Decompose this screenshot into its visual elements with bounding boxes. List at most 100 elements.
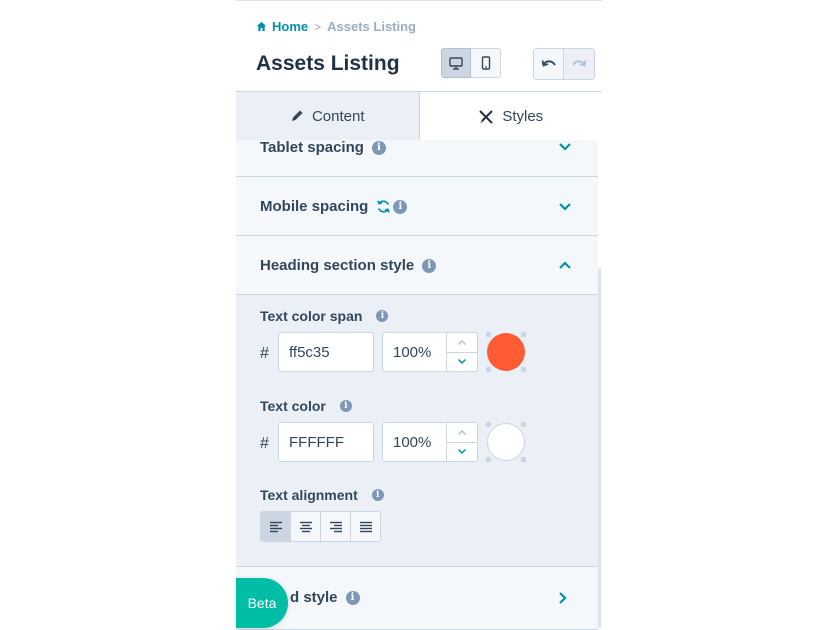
mobile-spacing-section[interactable]: Mobile spacing i bbox=[236, 177, 598, 236]
chevron-down-icon bbox=[457, 449, 467, 455]
breadcrumb-home-label: Home bbox=[272, 19, 309, 34]
desktop-icon bbox=[449, 56, 463, 70]
tablet-spacing-header: Tablet spacing i bbox=[260, 140, 386, 156]
tablet-spacing-section[interactable]: Tablet spacing i bbox=[236, 140, 598, 177]
editor-sidebar: Home > Assets Listing Assets Listing Con… bbox=[236, 0, 602, 630]
chevron-up-icon[interactable] bbox=[558, 260, 572, 270]
increment-button[interactable] bbox=[447, 423, 477, 443]
heading-section-style-section[interactable]: Heading section style i bbox=[236, 236, 598, 295]
mobile-spacing-icons: i bbox=[376, 199, 408, 214]
info-icon[interactable]: i bbox=[393, 199, 408, 214]
history-controls bbox=[533, 48, 595, 80]
text-color-opacity-value: 100% bbox=[393, 433, 432, 451]
card-style-label: d style bbox=[290, 589, 338, 606]
hash-symbol: # bbox=[260, 435, 269, 452]
swatch-corner bbox=[486, 332, 491, 337]
align-center-icon bbox=[299, 521, 312, 532]
styles-panel: Tablet spacing i Mobile spacing i Headin… bbox=[236, 140, 598, 630]
opacity-stepper bbox=[446, 333, 477, 371]
text-color-label-row: Text color i bbox=[260, 398, 352, 414]
scrollbar[interactable] bbox=[598, 268, 601, 628]
heading-section-style-header: Heading section style i bbox=[260, 257, 437, 274]
home-icon bbox=[256, 21, 267, 32]
hash-symbol: # bbox=[260, 345, 269, 362]
text-color-span-hex-input[interactable]: ff5c35 bbox=[278, 332, 374, 372]
breadcrumb: Home > Assets Listing bbox=[256, 19, 416, 34]
mobile-spacing-header: Mobile spacing i bbox=[260, 198, 408, 215]
info-icon[interactable]: i bbox=[339, 400, 352, 412]
color-circle bbox=[487, 333, 525, 371]
page-title: Assets Listing bbox=[256, 52, 400, 75]
decrement-button[interactable] bbox=[447, 443, 477, 462]
mobile-icon bbox=[481, 56, 490, 70]
text-color-span-opacity-value: 100% bbox=[393, 343, 432, 361]
text-color-label: Text color bbox=[260, 398, 326, 414]
sync-icon[interactable] bbox=[376, 199, 391, 214]
styles-icon bbox=[479, 109, 494, 124]
text-color-swatch[interactable] bbox=[486, 422, 526, 462]
chevron-down-icon bbox=[457, 359, 467, 365]
undo-icon bbox=[541, 60, 556, 67]
swatch-corner bbox=[521, 457, 526, 462]
align-left-icon bbox=[269, 521, 282, 532]
chevron-down-icon[interactable] bbox=[558, 202, 572, 212]
top-divider bbox=[236, 0, 602, 1]
text-color-span-swatch[interactable] bbox=[486, 332, 526, 372]
swatch-corner bbox=[521, 422, 526, 427]
info-icon[interactable]: i bbox=[376, 310, 389, 322]
heading-section-style-label: Heading section style bbox=[260, 257, 415, 274]
align-left-button[interactable] bbox=[260, 511, 291, 542]
card-style-section[interactable]: d style i bbox=[236, 567, 598, 630]
breadcrumb-current: Assets Listing bbox=[327, 19, 416, 34]
redo-icon bbox=[572, 60, 587, 67]
tab-styles-label: Styles bbox=[502, 108, 544, 125]
swatch-corner bbox=[521, 367, 526, 372]
breadcrumb-home-link[interactable]: Home bbox=[256, 19, 308, 34]
swatch-corner bbox=[486, 422, 491, 427]
info-icon[interactable]: i bbox=[371, 140, 386, 155]
card-style-header: d style i bbox=[290, 589, 360, 606]
text-color-hex-input[interactable]: FFFFFF bbox=[278, 422, 374, 462]
align-center-button[interactable] bbox=[290, 511, 321, 542]
tab-styles[interactable]: Styles bbox=[419, 92, 602, 141]
info-icon[interactable]: i bbox=[345, 590, 360, 605]
desktop-view-button[interactable] bbox=[441, 48, 471, 78]
align-right-icon bbox=[329, 521, 342, 532]
editor-tabs: Content Styles bbox=[236, 91, 602, 141]
heading-section-style-body: Text color span i # ff5c35 100% Text col… bbox=[236, 295, 598, 567]
chevron-up-icon bbox=[457, 429, 467, 435]
text-alignment-buttons bbox=[260, 511, 381, 542]
color-circle bbox=[487, 423, 525, 461]
swatch-corner bbox=[486, 367, 491, 372]
info-icon[interactable]: i bbox=[371, 489, 384, 501]
tablet-spacing-label: Tablet spacing bbox=[260, 140, 364, 156]
chevron-up-icon bbox=[457, 339, 467, 345]
breadcrumb-separator: > bbox=[314, 19, 322, 34]
tab-content-label: Content bbox=[311, 107, 365, 125]
swatch-corner bbox=[521, 332, 526, 337]
text-color-opacity-input[interactable]: 100% bbox=[382, 422, 478, 462]
chevron-down-icon[interactable] bbox=[558, 142, 572, 152]
text-alignment-label-row: Text alignment i bbox=[260, 487, 384, 503]
text-color-span-label: Text color span bbox=[260, 308, 363, 324]
text-alignment-label: Text alignment bbox=[260, 487, 358, 503]
device-toggle bbox=[441, 48, 501, 78]
tab-content[interactable]: Content bbox=[236, 92, 420, 141]
undo-button[interactable] bbox=[533, 48, 564, 80]
align-justify-button[interactable] bbox=[350, 511, 381, 542]
redo-button[interactable] bbox=[564, 48, 595, 80]
opacity-stepper bbox=[446, 423, 477, 461]
chevron-right-icon[interactable] bbox=[558, 591, 568, 605]
pencil-icon bbox=[291, 110, 303, 121]
decrement-button[interactable] bbox=[447, 353, 477, 372]
info-icon[interactable]: i bbox=[422, 258, 437, 273]
text-color-span-label-row: Text color span i bbox=[260, 308, 389, 324]
beta-button[interactable]: Beta bbox=[236, 578, 288, 628]
mobile-spacing-label: Mobile spacing bbox=[260, 198, 369, 215]
align-right-button[interactable] bbox=[320, 511, 351, 542]
text-color-span-opacity-input[interactable]: 100% bbox=[382, 332, 478, 372]
align-justify-icon bbox=[359, 521, 372, 532]
mobile-view-button[interactable] bbox=[471, 48, 501, 78]
swatch-corner bbox=[486, 457, 491, 462]
increment-button[interactable] bbox=[447, 333, 477, 353]
